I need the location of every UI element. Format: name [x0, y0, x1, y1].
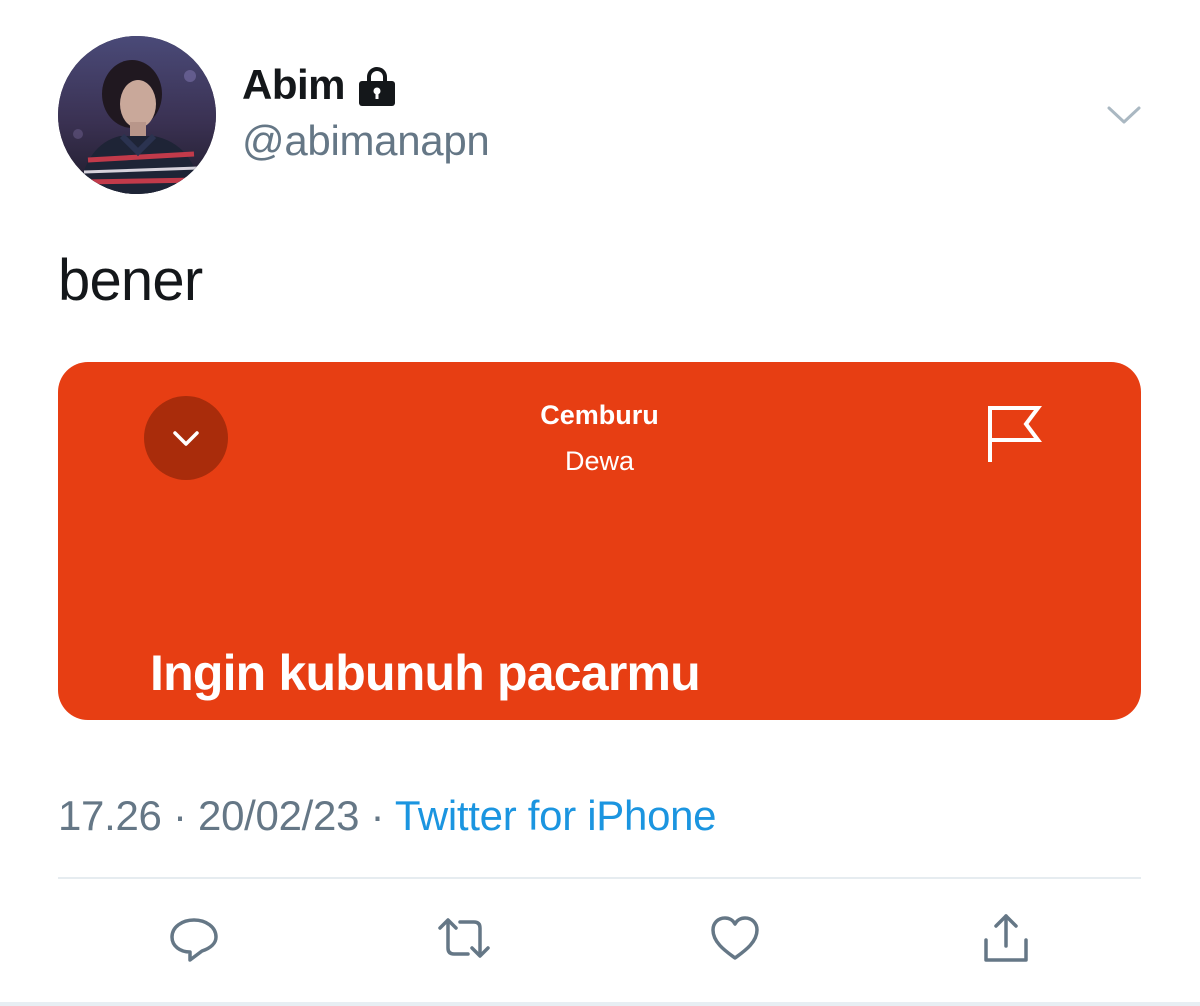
meta-separator: ·	[370, 792, 385, 839]
song-title: Cemburu	[540, 400, 659, 430]
display-name[interactable]: Abim	[242, 64, 346, 106]
tweet-text: bener	[58, 248, 203, 313]
reply-button[interactable]	[166, 910, 222, 966]
meta-separator: ·	[172, 792, 187, 839]
reply-icon	[170, 918, 218, 962]
share-button[interactable]	[978, 910, 1034, 966]
retweet-button[interactable]	[436, 910, 492, 966]
tweet-meta: 17.26 · 20/02/23 · Twitter for iPhone	[58, 792, 717, 839]
tweet-source-link[interactable]: Twitter for iPhone	[395, 792, 717, 839]
lock-icon	[357, 64, 397, 108]
lyrics-card[interactable]: Cemburu Dewa Ingin kubunuh pacarmu	[58, 362, 1141, 720]
flag-icon	[988, 406, 1042, 462]
author-name-row: Abim	[242, 62, 397, 108]
divider	[58, 877, 1141, 879]
chevron-down-icon[interactable]	[1106, 100, 1142, 130]
avatar[interactable]	[58, 36, 216, 194]
avatar-photo	[58, 36, 216, 194]
share-icon	[984, 914, 1028, 962]
lyric-line: Ingin kubunuh pacarmu	[150, 645, 701, 701]
bottom-edge	[0, 1002, 1200, 1006]
flag-button[interactable]	[982, 402, 1046, 466]
like-icon	[711, 916, 759, 960]
like-button[interactable]	[707, 910, 763, 966]
song-artist: Dewa	[564, 446, 635, 476]
user-handle[interactable]: @abimanapn	[242, 120, 490, 162]
tweet-time: 17.26	[58, 792, 162, 839]
retweet-icon	[438, 918, 490, 958]
tweet-date: 20/02/23	[198, 792, 360, 839]
